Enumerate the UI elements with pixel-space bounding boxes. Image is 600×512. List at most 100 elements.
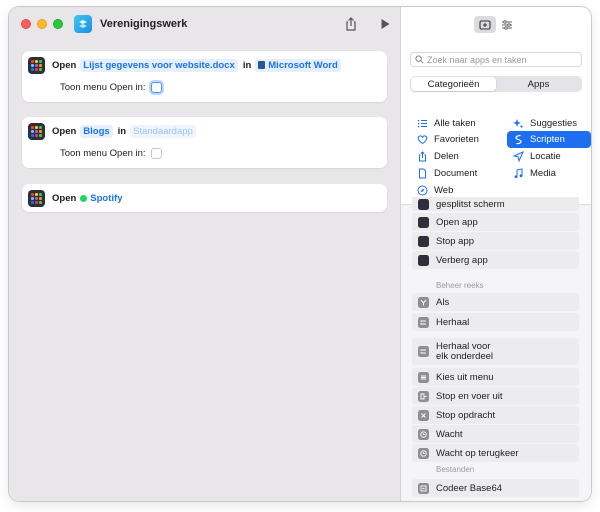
window-title: Verenigingswerk bbox=[100, 18, 188, 30]
spotify-icon bbox=[80, 194, 88, 202]
repeat-icon bbox=[418, 316, 429, 328]
action-verb: Open bbox=[52, 59, 77, 71]
category-share[interactable]: Delen bbox=[411, 148, 495, 165]
category-label: Document bbox=[434, 168, 478, 179]
clock-return-icon bbox=[418, 447, 429, 459]
action-label: Verberg app bbox=[436, 254, 488, 266]
segment-categories[interactable]: Categorieën bbox=[411, 77, 496, 91]
option-row: Toon menu Open in: bbox=[60, 148, 162, 159]
action-library-icon[interactable] bbox=[474, 16, 496, 33]
section-header: Bestanden bbox=[436, 465, 475, 474]
app-grid-icon bbox=[28, 122, 45, 140]
category-label: Locatie bbox=[530, 151, 561, 162]
app-token[interactable]: Standaardapp bbox=[130, 124, 196, 138]
library-mode-switch bbox=[474, 16, 518, 33]
action-verb: Open bbox=[52, 125, 77, 137]
action-connector: in bbox=[117, 125, 127, 137]
category-label: Suggesties bbox=[530, 118, 578, 129]
action-list-item[interactable]: Als bbox=[412, 293, 579, 311]
action-open-file[interactable]: Open Lijst gegevens voor website.docx in… bbox=[22, 51, 387, 102]
file-token[interactable]: Blogs bbox=[80, 124, 113, 138]
list-icon bbox=[416, 118, 428, 130]
minimize-window-button[interactable] bbox=[37, 19, 47, 29]
music-note-icon bbox=[512, 168, 524, 180]
close-window-button[interactable] bbox=[21, 19, 31, 29]
app-token-label: Spotify bbox=[90, 192, 123, 204]
action-list-item[interactable]: Open app bbox=[412, 213, 579, 231]
action-list-item[interactable]: Wacht bbox=[412, 425, 579, 443]
zoom-window-button[interactable] bbox=[53, 19, 63, 29]
scripting-icon bbox=[512, 134, 524, 146]
app-grid-icon bbox=[28, 189, 45, 207]
share-icon bbox=[416, 151, 428, 163]
share-icon[interactable] bbox=[343, 16, 359, 32]
action-list-item[interactable]: Herhaal voor elk onderdeel bbox=[412, 338, 579, 365]
category-document[interactable]: Document bbox=[411, 165, 495, 182]
action-list-item[interactable]: Kies uit menu bbox=[412, 368, 579, 386]
action-label: Herhaal bbox=[436, 316, 470, 328]
action-list-item[interactable]: Herhaal bbox=[412, 313, 579, 331]
word-icon bbox=[258, 61, 266, 69]
app-grid-icon bbox=[418, 254, 429, 266]
show-open-in-checkbox[interactable] bbox=[150, 82, 162, 93]
search-input[interactable] bbox=[427, 54, 577, 65]
action-connector: in bbox=[242, 59, 252, 71]
option-label: Toon menu Open in: bbox=[60, 82, 146, 93]
category-location[interactable]: Locatie bbox=[507, 148, 591, 165]
category-label: Delen bbox=[434, 151, 459, 162]
run-shortcut-icon[interactable] bbox=[377, 16, 393, 32]
action-list-item[interactable]: Stop en voer uit bbox=[412, 387, 579, 405]
app-grid-icon bbox=[418, 216, 429, 228]
action-label: Wacht op terugkeer bbox=[436, 447, 519, 459]
section-header: Beheer reeks bbox=[436, 281, 484, 290]
category-label: Favorieten bbox=[434, 134, 479, 145]
search-field[interactable] bbox=[410, 52, 582, 67]
stop-icon bbox=[418, 409, 429, 421]
category-media[interactable]: Media bbox=[507, 165, 591, 182]
action-list-item[interactable]: Stop opdracht bbox=[412, 406, 579, 424]
action-list-item[interactable]: Codeer Base64 bbox=[412, 479, 579, 497]
segment-apps[interactable]: Apps bbox=[496, 77, 581, 91]
category-label: Media bbox=[530, 168, 556, 179]
category-scripting[interactable]: Scripten bbox=[507, 131, 591, 148]
action-list-item[interactable]: Stop app bbox=[412, 232, 579, 250]
action-label: Kies uit menu bbox=[436, 371, 494, 383]
category-favorites[interactable]: Favorieten bbox=[411, 131, 495, 148]
category-label: Scripten bbox=[530, 134, 565, 145]
file-token[interactable]: Lijst gegevens voor website.docx bbox=[80, 58, 238, 72]
shortcuts-app-icon bbox=[74, 15, 92, 33]
category-all-actions[interactable]: Alle taken bbox=[411, 115, 495, 132]
menu-icon bbox=[418, 371, 429, 383]
action-label: Stop app bbox=[436, 235, 475, 247]
category-app-segmented-control: Categorieën Apps bbox=[410, 76, 582, 92]
action-label: Stop opdracht bbox=[436, 409, 496, 421]
library-header: Categorieën Apps Alle taken Favorieten D… bbox=[401, 7, 591, 205]
action-open-blogs[interactable]: Open Blogs in Standaardapp Toon menu Ope… bbox=[22, 117, 387, 168]
sparkle-icon bbox=[512, 118, 524, 130]
action-library: Categorieën Apps Alle taken Favorieten D… bbox=[401, 7, 591, 501]
settings-sliders-icon[interactable] bbox=[496, 16, 518, 33]
action-label: Wacht bbox=[436, 428, 463, 440]
location-arrow-icon bbox=[512, 151, 524, 163]
action-label: Stop en voer uit bbox=[436, 390, 503, 402]
app-token[interactable]: Microsoft Word bbox=[255, 58, 341, 72]
clock-icon bbox=[418, 428, 429, 440]
app-token-label: Microsoft Word bbox=[268, 59, 338, 71]
action-label: Als bbox=[436, 296, 450, 308]
action-list-item[interactable]: Wacht op terugkeer bbox=[412, 444, 579, 462]
repeat-each-icon bbox=[418, 346, 429, 357]
title-bar: Verenigingswerk bbox=[9, 7, 401, 41]
action-list-item[interactable]: Verberg app bbox=[412, 251, 579, 269]
app-grid-icon bbox=[28, 56, 45, 74]
shortcuts-window: Verenigingswerk Open Lijst gegevens voor… bbox=[9, 7, 591, 501]
branch-icon bbox=[418, 296, 429, 308]
category-suggestions[interactable]: Suggesties bbox=[507, 115, 591, 132]
show-open-in-checkbox[interactable] bbox=[150, 148, 162, 159]
action-list-item[interactable]: gesplitst scherm bbox=[412, 197, 579, 211]
heart-icon bbox=[416, 134, 428, 146]
action-label: Herhaal voor elk onderdeel bbox=[436, 340, 494, 362]
action-open-spotify[interactable]: Open Spotify bbox=[22, 184, 387, 212]
app-token[interactable]: Spotify bbox=[80, 192, 125, 205]
action-label: Open app bbox=[436, 216, 478, 228]
shortcut-editor: Verenigingswerk Open Lijst gegevens voor… bbox=[9, 7, 401, 501]
